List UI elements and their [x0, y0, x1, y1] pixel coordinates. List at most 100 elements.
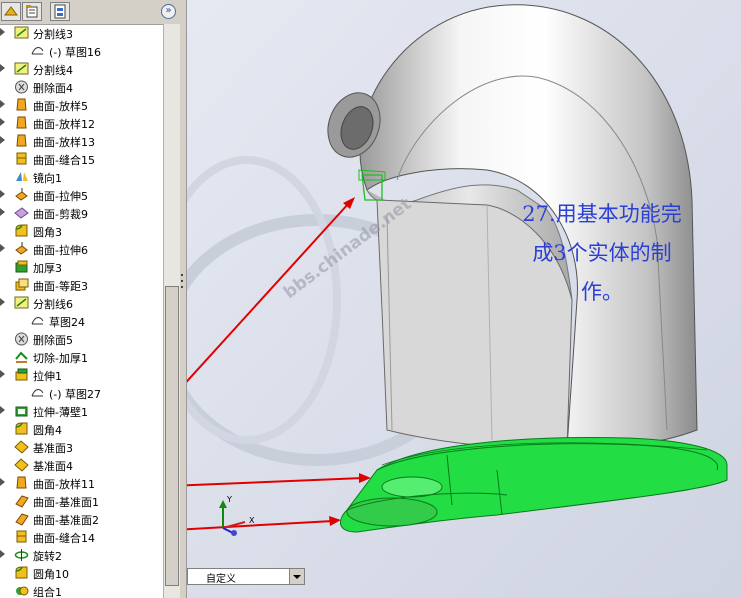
tree-item[interactable]: 曲面-基准面2 [0, 510, 163, 528]
surface-offset-icon [15, 278, 29, 291]
expand-arrow-icon[interactable] [0, 64, 5, 72]
sketch-icon [31, 389, 44, 397]
view-orientation-select[interactable]: 自定义 [187, 568, 305, 585]
tree-item-label: 曲面-等距3 [33, 280, 88, 293]
configuration-icon [54, 4, 66, 19]
tree-item-label: 删除面5 [33, 334, 73, 347]
expand-arrow-icon[interactable] [0, 244, 5, 252]
tree-item-label: 镜向1 [33, 172, 62, 185]
tree-item-label: 曲面-拉伸6 [33, 244, 88, 257]
expand-arrow-icon[interactable] [0, 190, 5, 198]
tree-item[interactable]: 加厚3 [0, 258, 163, 276]
expand-arrow-icon[interactable] [0, 370, 5, 378]
tree-item[interactable]: 分割线4 [0, 60, 163, 78]
tree-item-label: 草图24 [49, 316, 85, 329]
fillet-icon [15, 422, 28, 435]
expand-arrow-icon[interactable] [0, 550, 5, 558]
tree-item[interactable]: 曲面-缝合14 [0, 528, 163, 546]
fillet-icon [15, 224, 28, 237]
tree-item[interactable]: 曲面-等距3 [0, 276, 163, 294]
extrude-thin-icon [15, 406, 28, 417]
thicken-icon [15, 260, 28, 273]
property-manager-icon [26, 5, 38, 18]
step-annotation: 27.用基本功能完 成3个实体的制 作。 [497, 195, 707, 312]
triad-y-label: Y [226, 495, 232, 504]
tree-item[interactable]: 切除-加厚1 [0, 348, 163, 366]
tree-item-label: 分割线4 [33, 64, 73, 77]
split-line-icon [14, 62, 29, 75]
tree-item[interactable]: 删除面5 [0, 330, 163, 348]
tree-item[interactable]: 拉伸-薄壁1 [0, 402, 163, 420]
tree-item[interactable]: 圆角3 [0, 222, 163, 240]
tree-item[interactable]: 组合1 [0, 582, 163, 598]
tree-item[interactable]: 曲面-放样11 [0, 474, 163, 492]
tree-item[interactable]: 草图24 [0, 312, 163, 330]
extrude-icon [15, 368, 28, 381]
panel-splitter[interactable] [180, 0, 187, 598]
property-manager-tab[interactable] [22, 2, 42, 21]
surface-knit-icon [16, 530, 27, 543]
tree-item-label: (-) 草图16 [49, 46, 102, 59]
tree-item-label: 分割线6 [33, 298, 73, 311]
cut-thicken-icon [15, 351, 28, 363]
tree-item[interactable]: 曲面-基准面1 [0, 492, 163, 510]
annotation-line: 作。 [581, 280, 623, 304]
collapse-panel-button[interactable]: » [161, 4, 176, 19]
tree-item-label: 曲面-放样12 [33, 118, 95, 131]
surface-loft-icon [16, 134, 27, 147]
configuration-manager-tab[interactable] [50, 2, 70, 21]
tree-item-label: 曲面-缝合14 [33, 532, 95, 545]
sketch-icon [31, 317, 44, 325]
surface-plane-icon [15, 495, 29, 508]
expand-arrow-icon[interactable] [0, 118, 5, 126]
tree-item[interactable]: 拉伸1 [0, 366, 163, 384]
expand-arrow-icon[interactable] [0, 298, 5, 306]
tree-item-label: 圆角10 [33, 568, 69, 581]
tree-item[interactable]: 曲面-拉伸5 [0, 186, 163, 204]
tree-item-label: 拉伸-薄壁1 [33, 406, 88, 419]
tree-item[interactable]: (-) 草图27 [0, 384, 163, 402]
tree-item-label: 圆角3 [33, 226, 62, 239]
tree-item[interactable]: 分割线3 [0, 24, 163, 42]
expand-arrow-icon[interactable] [0, 28, 5, 36]
tree-item[interactable]: 曲面-放样12 [0, 114, 163, 132]
tree-item[interactable]: 分割线6 [0, 294, 163, 312]
feature-manager-tab[interactable] [1, 2, 21, 21]
tree-item-label: (-) 草图27 [49, 388, 102, 401]
surface-extrude-icon [15, 188, 28, 201]
tree-item-label: 基准面4 [33, 460, 73, 473]
tree-scrollbar[interactable] [163, 24, 180, 598]
expand-arrow-icon[interactable] [0, 136, 5, 144]
tree-item[interactable]: (-) 草图16 [0, 42, 163, 60]
expand-arrow-icon[interactable] [0, 100, 5, 108]
plane-icon [14, 458, 29, 472]
scrollbar-thumb[interactable] [165, 286, 179, 586]
expand-arrow-icon[interactable] [0, 478, 5, 486]
tree-item[interactable]: 曲面-缝合15 [0, 150, 163, 168]
tree-item[interactable]: 曲面-拉伸6 [0, 240, 163, 258]
surface-knit-icon [16, 152, 27, 165]
tree-item[interactable]: 曲面-剪裁9 [0, 204, 163, 222]
tree-item[interactable]: 基准面3 [0, 438, 163, 456]
tree-item-label: 曲面-缝合15 [33, 154, 95, 167]
tree-item-label: 旋转2 [33, 550, 62, 563]
tree-item[interactable]: 曲面-放样5 [0, 96, 163, 114]
tree-item[interactable]: 圆角4 [0, 420, 163, 438]
tree-item[interactable]: 曲面-放样13 [0, 132, 163, 150]
split-line-icon [14, 296, 29, 309]
expand-arrow-icon[interactable] [0, 406, 5, 414]
delete-face-icon [15, 80, 28, 94]
tree-item[interactable]: 删除面4 [0, 78, 163, 96]
tree-item-label: 曲面-放样11 [33, 478, 95, 491]
expand-arrow-icon[interactable] [0, 208, 5, 216]
tree-item[interactable]: 基准面4 [0, 456, 163, 474]
tree-item-label: 曲面-拉伸5 [33, 190, 88, 203]
tree-item-label: 拉伸1 [33, 370, 62, 383]
tree-item[interactable]: 圆角10 [0, 564, 163, 582]
surface-loft-icon [16, 476, 27, 489]
feature-tree-icon [4, 6, 18, 16]
tree-item[interactable]: 镜向1 [0, 168, 163, 186]
dropdown-arrow-icon[interactable] [289, 569, 304, 584]
surface-extrude-icon [15, 242, 28, 255]
tree-item[interactable]: 旋转2 [0, 546, 163, 564]
